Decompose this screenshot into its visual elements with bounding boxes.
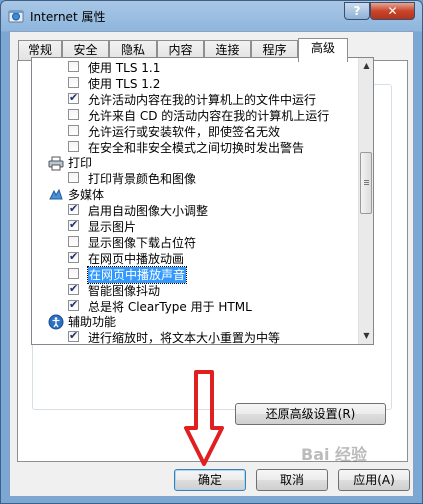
option-label: 总是将 ClearType 用于 HTML	[88, 300, 252, 314]
option-label: 智能图像抖动	[88, 284, 161, 298]
option-label: 显示图片	[88, 220, 137, 234]
settings-list-items: 使用 TLS 1.1 使用 TLS 1.2 允许活动内容在我的计算机上的文件中运行允…	[32, 58, 358, 345]
option-checkbox[interactable]	[68, 77, 79, 88]
window-title: Internet 属性	[30, 10, 106, 24]
option-label: 在网页中播放动画	[88, 252, 185, 266]
option-label: 使用 TLS 1.2	[88, 77, 161, 91]
vertical-scrollbar[interactable]: ▲ ▼	[358, 58, 373, 344]
option-checkbox[interactable]	[68, 217, 79, 233]
option-label: 允许运行或安装软件，即使签名无效	[88, 125, 281, 139]
option-checkbox[interactable]	[68, 201, 79, 217]
cancel-button[interactable]: 取消	[256, 469, 328, 491]
category-label: 打印	[68, 156, 93, 170]
thumb-grip-line	[364, 182, 369, 183]
thumb-grip-line	[364, 184, 369, 185]
ok-button[interactable]: 确定	[174, 469, 246, 491]
option-checkbox[interactable]	[68, 249, 79, 265]
option-checkbox[interactable]	[68, 172, 79, 183]
scrollbar-thumb[interactable]	[360, 152, 372, 214]
multimedia-icon	[48, 187, 64, 203]
option-label: 打印背景颜色和图像	[88, 172, 197, 186]
accessibility-icon	[48, 314, 64, 330]
option-label: 进行缩放时，将文本大小重置为中等	[88, 331, 281, 345]
printer-icon	[48, 155, 64, 171]
option-checkbox[interactable]	[68, 328, 79, 344]
thumb-grip-line	[364, 180, 369, 181]
internet-options-dialog: Internet 属性 ? ✕ 常规 安全 隐私 内容 连接 程序 高级 设置 …	[0, 0, 423, 504]
scroll-down-arrow-icon[interactable]: ▼	[359, 328, 373, 344]
apply-button[interactable]: 应用(A)	[338, 469, 410, 491]
option-label: 在安全和非安全模式之间切换时发出警告	[88, 141, 305, 155]
option-checkbox[interactable]	[68, 61, 79, 72]
option-checkbox[interactable]	[68, 236, 79, 247]
option-label: 在网页中播放声音	[86, 266, 188, 284]
scroll-up-arrow-icon[interactable]: ▲	[359, 58, 373, 74]
option-checkbox[interactable]	[68, 109, 79, 120]
option-label: 允许活动内容在我的计算机上的文件中运行	[88, 93, 317, 107]
close-button[interactable]: ✕	[370, 2, 415, 20]
annotation-down-arrow-icon	[184, 370, 224, 466]
option-checkbox[interactable]	[68, 281, 79, 297]
settings-tree-list[interactable]: 使用 TLS 1.1 使用 TLS 1.2 允许活动内容在我的计算机上的文件中运行允…	[31, 57, 374, 345]
option-label: 启用自动图像大小调整	[88, 204, 209, 218]
restore-advanced-settings-button[interactable]: 还原高级设置(R)	[235, 403, 386, 425]
option-checkbox[interactable]	[68, 125, 79, 136]
option-checkbox[interactable]	[68, 297, 79, 313]
watermark: Bai 经验	[301, 445, 368, 464]
option-checkbox[interactable]	[68, 268, 79, 279]
option-label: 显示图像下载占位符	[88, 236, 197, 250]
option-checkbox[interactable]	[68, 90, 79, 106]
internet-options-icon	[8, 10, 24, 23]
title-bar[interactable]: Internet 属性 ? ✕	[1, 1, 422, 31]
option-checkbox[interactable]	[68, 141, 79, 152]
tab-advanced[interactable]: 高级	[298, 38, 348, 62]
option-label: 允许来自 CD 的活动内容在我的计算机上运行	[88, 109, 330, 123]
help-button[interactable]: ?	[344, 2, 370, 20]
option-label: 使用 TLS 1.1	[88, 61, 161, 75]
